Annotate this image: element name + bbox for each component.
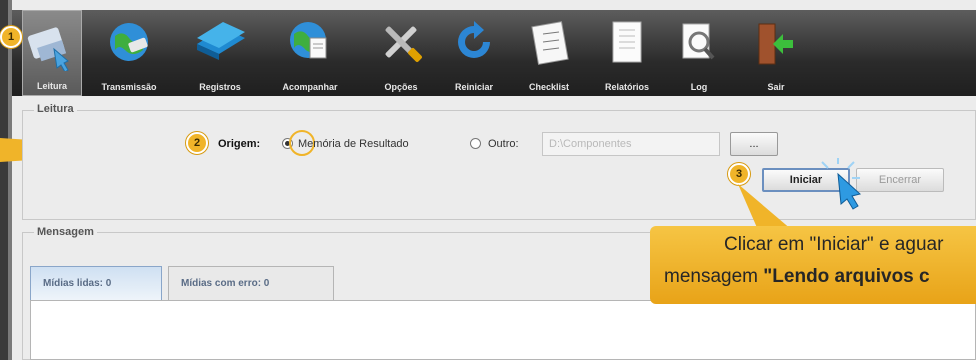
- toolbar-checklist[interactable]: Checklist: [512, 10, 586, 96]
- toolbar-acompanhar[interactable]: Acompanhar: [268, 10, 352, 96]
- click-cursor-icon: [821, 158, 862, 210]
- leitura-group-title: Leitura: [34, 103, 77, 115]
- radio-memoria-label[interactable]: Memória de Resultado: [298, 138, 409, 150]
- toolbar-registros-label: Registros: [199, 82, 241, 92]
- checklist-icon: [531, 21, 569, 65]
- toolbar-log[interactable]: Log: [676, 10, 722, 96]
- globe-transmit-icon: [110, 23, 148, 61]
- refresh-icon: [458, 21, 490, 58]
- window-edge: [0, 0, 12, 360]
- magnifier-icon: [682, 23, 715, 60]
- toolbar-checklist-label: Checklist: [528, 82, 570, 92]
- toolbar-leitura-label: Leitura: [36, 81, 67, 91]
- instruction-callout: Clicar em "Iniciar" e aguar mensagem "Le…: [650, 226, 976, 304]
- radio-outro[interactable]: [470, 138, 481, 149]
- tab-midias-com-erro[interactable]: Mídias com erro: 0: [168, 266, 334, 300]
- toolbar-relatorios[interactable]: Relatórios: [590, 10, 664, 96]
- callout-line-2: mensagem "Lendo arquivos c: [664, 266, 930, 288]
- callout-line-2-bold: "Lendo arquivos c: [763, 266, 930, 287]
- toolbar-transmissao-label: Transmissão: [101, 82, 157, 92]
- main-toolbar: Leitura Transmissão Registros Acompanhar: [12, 10, 976, 96]
- callout-line-1: Clicar em "Iniciar" e aguar: [724, 234, 944, 255]
- step-badge-1: 1: [0, 26, 22, 48]
- reader-card-icon: [27, 27, 69, 71]
- messages-area[interactable]: [30, 300, 976, 360]
- toolbar-reiniciar-label: Reiniciar: [454, 82, 494, 92]
- toolbar-sair[interactable]: Sair: [748, 10, 804, 96]
- toolbar-acompanhar-label: Acompanhar: [282, 82, 338, 92]
- callout-line-2-prefix: mensagem: [664, 266, 764, 287]
- callout-pointer: [738, 184, 792, 230]
- report-icon: [612, 21, 642, 63]
- toolbar-registros[interactable]: Registros: [184, 10, 256, 96]
- toolbar-log-label: Log: [690, 82, 708, 92]
- step-badge-3: 3: [728, 163, 750, 185]
- toolbar-leitura[interactable]: Leitura: [22, 10, 82, 96]
- step-badge-2: 2: [186, 132, 208, 154]
- toolbar-opcoes-label: Opções: [384, 82, 418, 92]
- toolbar-reiniciar[interactable]: Reiniciar: [442, 10, 506, 96]
- exit-door-icon: [758, 23, 793, 65]
- origem-label: Origem:: [218, 138, 261, 150]
- books-icon: [197, 22, 245, 60]
- tools-icon: [385, 26, 422, 62]
- toolbar-relatorios-label: Relatórios: [604, 82, 649, 92]
- radio-outro-label[interactable]: Outro:: [488, 138, 519, 150]
- toolbar-sair-label: Sair: [767, 82, 785, 92]
- globe-document-icon: [290, 22, 327, 59]
- path-input[interactable]: D:\Componentes: [542, 132, 720, 156]
- mensagem-group-title: Mensagem: [34, 226, 97, 238]
- toolbar-opcoes[interactable]: Opções: [368, 10, 434, 96]
- toolbar-transmissao[interactable]: Transmissão: [90, 10, 168, 96]
- tab-midias-lidas[interactable]: Mídias lidas: 0: [30, 266, 162, 300]
- browse-button[interactable]: ...: [730, 132, 778, 156]
